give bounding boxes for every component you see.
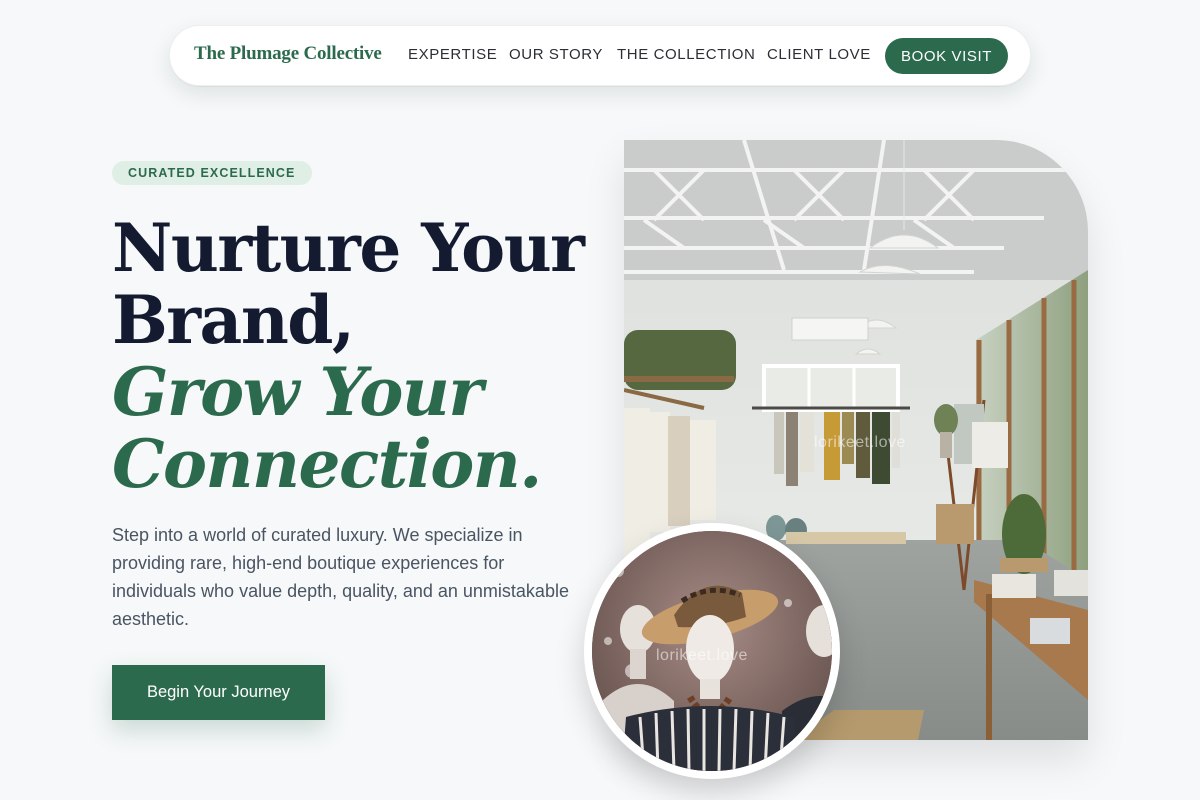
top-navbar: The Plumage Collective EXPERTISE OUR STO…: [169, 25, 1031, 86]
mannequin-circle-image: lorikeet.love: [584, 523, 840, 779]
nav-link-our-story[interactable]: OUR STORY: [509, 46, 603, 63]
book-visit-button[interactable]: BOOK VISIT: [885, 38, 1008, 74]
nav-link-client-love[interactable]: CLIENT LOVE: [767, 46, 871, 63]
headline-line-2: Brand,: [112, 281, 355, 359]
nav-link-expertise[interactable]: EXPERTISE: [408, 46, 497, 63]
hero-description: Step into a world of curated luxury. We …: [112, 525, 569, 629]
brand-logo[interactable]: The Plumage Collective: [194, 43, 382, 65]
headline-line-1: Nurture Your: [112, 209, 585, 287]
image-watermark: lorikeet.love: [814, 434, 906, 451]
headline-accent-1: Grow Your: [112, 353, 483, 431]
begin-journey-button[interactable]: Begin Your Journey: [112, 665, 325, 720]
headline-accent-2: Connection.: [112, 425, 542, 503]
curated-excellence-badge: CURATED EXCELLENCE: [112, 161, 312, 185]
circle-image-watermark: lorikeet.love: [656, 647, 748, 664]
nav-link-the-collection[interactable]: THE COLLECTION: [617, 46, 755, 63]
hero-headline: Nurture Your Brand, Grow Your Connection…: [112, 212, 592, 500]
